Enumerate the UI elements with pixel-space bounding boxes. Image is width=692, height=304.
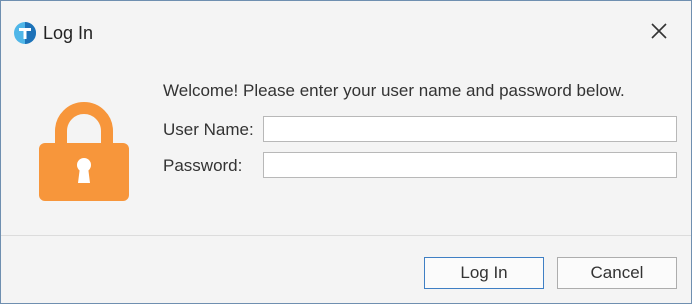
- password-label: Password:: [163, 156, 243, 175]
- app-logo-icon: [13, 21, 37, 45]
- close-button[interactable]: [641, 17, 677, 49]
- username-label: User Name:: [163, 120, 254, 139]
- window-title: Log In: [43, 23, 94, 43]
- login-dialog: Log In Welcome! Please enter your user n…: [0, 0, 692, 304]
- login-button[interactable]: Log In: [424, 257, 544, 289]
- welcome-message: Welcome! Please enter your user name and…: [163, 81, 625, 100]
- cancel-button[interactable]: Cancel: [557, 257, 677, 289]
- password-field[interactable]: [263, 152, 677, 178]
- close-icon: [650, 22, 668, 45]
- lock-icon: [39, 101, 129, 201]
- button-bar-divider: [1, 235, 691, 236]
- title-bar: Log In: [1, 1, 691, 65]
- username-field[interactable]: [263, 116, 677, 142]
